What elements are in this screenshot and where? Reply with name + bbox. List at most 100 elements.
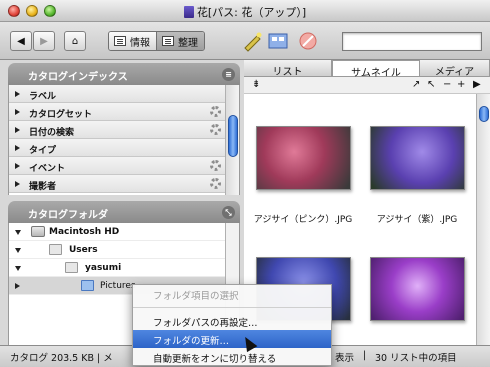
folder-label: Users bbox=[69, 245, 98, 255]
folder-row-yasumi[interactable]: yasumi bbox=[9, 259, 239, 277]
index-row-label: イベント bbox=[29, 164, 66, 174]
home-icon: ⌂ bbox=[71, 35, 79, 47]
folders-options-icon[interactable]: ⤡ bbox=[222, 206, 235, 219]
folder-icon bbox=[65, 262, 78, 273]
catalog-index-list: ラベルカタログセット 日付の検索タイプイベント撮影者 bbox=[8, 85, 240, 195]
gear-icon[interactable] bbox=[210, 178, 221, 189]
gear-icon[interactable] bbox=[210, 160, 221, 171]
menu-item-update-folder[interactable]: フォルダの更新… bbox=[133, 330, 331, 348]
back-arrow-icon: ◀ bbox=[17, 35, 25, 47]
status-divider: | bbox=[363, 350, 367, 361]
menu-item-select-folder-items: フォルダ項目の選択 bbox=[133, 285, 331, 303]
forward-arrow-icon: ▶ bbox=[40, 35, 48, 47]
index-scrollbar[interactable] bbox=[225, 85, 239, 195]
index-row[interactable]: カタログセット bbox=[9, 103, 239, 121]
window-title-wrap: 花[パス: 花（アップ）] bbox=[0, 4, 490, 20]
disclosure-closed-icon[interactable] bbox=[15, 181, 20, 187]
search-input[interactable] bbox=[342, 32, 482, 51]
index-row-label: カタログセット bbox=[29, 110, 93, 120]
thumbnail-scroll-thumb[interactable] bbox=[479, 106, 489, 122]
thumbnail-image[interactable] bbox=[370, 257, 465, 321]
catalog-folders-title: カタログフォルダ bbox=[28, 210, 108, 221]
menu-item-label: フォルダの更新… bbox=[153, 336, 230, 347]
home-button[interactable]: ⌂ bbox=[64, 31, 86, 51]
menu-separator bbox=[133, 307, 331, 308]
thumbnail-image[interactable] bbox=[370, 126, 465, 190]
status-view: 表示 bbox=[335, 353, 355, 364]
disclosure-open-icon[interactable] bbox=[15, 230, 21, 235]
folder-label: yasumi bbox=[85, 263, 122, 273]
index-row[interactable]: 撮影者 bbox=[9, 175, 239, 193]
collapse-icon[interactable]: ↖ bbox=[427, 79, 435, 90]
disclosure-closed-icon[interactable] bbox=[15, 145, 20, 151]
menu-item-toggle-auto-update[interactable]: 自動更新をオンに切り替える bbox=[133, 348, 331, 366]
organize-view-label: 整理 bbox=[178, 37, 198, 49]
folder-icon bbox=[49, 244, 62, 255]
disclosure-closed-icon[interactable] bbox=[15, 109, 20, 115]
disclosure-closed-icon[interactable] bbox=[15, 127, 20, 133]
index-row-label: ラベル bbox=[29, 92, 57, 102]
folder-row-users[interactable]: Users bbox=[9, 241, 239, 259]
toolbar: ◀ ▶ ⌂ 情報 整理 bbox=[0, 22, 490, 60]
tab-list[interactable]: リスト bbox=[244, 60, 332, 78]
menu-item-label: 自動更新をオンに切り替える bbox=[153, 354, 277, 365]
menu-item-label: フォルダパスの再設定… bbox=[153, 318, 258, 329]
info-view-label: 情報 bbox=[130, 37, 150, 49]
sort-icon[interactable]: ⇟ bbox=[252, 79, 260, 90]
thumbnail-caption: アジサイ（ピンク）.JPG bbox=[253, 215, 353, 225]
forward-button[interactable]: ▶ bbox=[33, 31, 55, 51]
disclosure-open-icon[interactable] bbox=[15, 248, 21, 253]
thumbnail-caption: アジサイ（紫）.JPG bbox=[376, 215, 458, 225]
status-left: カタログ 203.5 KB | メ bbox=[10, 353, 113, 364]
index-row[interactable]: イベント bbox=[9, 157, 239, 175]
thumbnail-scrollbar[interactable] bbox=[476, 94, 490, 345]
plus-icon[interactable]: + bbox=[457, 79, 465, 90]
tab-media[interactable]: メディア bbox=[420, 60, 490, 78]
index-row-label: 日付の検索 bbox=[29, 128, 75, 138]
disclosure-closed-icon[interactable] bbox=[15, 91, 20, 97]
catalog-folders-header[interactable]: カタログフォルダ ⤡ bbox=[8, 201, 240, 223]
hard-disk-icon bbox=[31, 226, 45, 237]
index-row-label: タイプ bbox=[29, 146, 57, 156]
window-title: 花[パス: 花（アップ）] bbox=[196, 6, 307, 19]
disclosure-closed-icon[interactable] bbox=[15, 283, 20, 289]
slideshow-icon[interactable] bbox=[268, 31, 288, 51]
back-button[interactable]: ◀ bbox=[10, 31, 32, 51]
folder-row-macintosh-hd[interactable]: Macintosh HD bbox=[9, 223, 239, 241]
play-icon[interactable]: ▶ bbox=[473, 79, 481, 90]
index-row[interactable]: タイプ bbox=[9, 139, 239, 157]
catalog-index-title: カタログインデックス bbox=[28, 72, 128, 83]
catalog-document-icon bbox=[183, 6, 194, 18]
menu-item-label: フォルダ項目の選択 bbox=[153, 291, 239, 302]
index-row[interactable]: 日付の検索 bbox=[9, 121, 239, 139]
organize-view-icon bbox=[162, 36, 174, 46]
folder-label: Macintosh HD bbox=[49, 227, 120, 237]
index-row[interactable]: ラベル bbox=[9, 85, 239, 103]
disclosure-closed-icon[interactable] bbox=[15, 163, 20, 169]
title-bar: 花[パス: 花（アップ）] bbox=[0, 0, 490, 22]
expand-icon[interactable]: ↗ bbox=[412, 79, 420, 90]
gear-icon[interactable] bbox=[210, 106, 221, 117]
index-scroll-thumb[interactable] bbox=[228, 115, 238, 157]
organize-view-button[interactable]: 整理 bbox=[156, 32, 204, 50]
thumbnail-image[interactable] bbox=[256, 126, 351, 190]
tab-thumbnail[interactable]: サムネイル bbox=[332, 60, 420, 79]
catalog-index-header[interactable]: カタログインデックス ≡ bbox=[8, 63, 240, 85]
folder-context-menu: フォルダ項目の選択 フォルダパスの再設定… フォルダの更新… 自動更新をオンに切… bbox=[132, 284, 332, 366]
thumbnail-toolbar: ⇟ ↗ ↖ − + ▶ bbox=[244, 77, 490, 94]
magic-wand-icon[interactable] bbox=[242, 30, 264, 52]
view-tabs: リスト サムネイル メディア bbox=[244, 60, 490, 79]
info-view-button[interactable]: 情報 bbox=[109, 32, 156, 50]
minus-icon[interactable]: − bbox=[443, 79, 451, 90]
stop-icon[interactable] bbox=[298, 31, 318, 51]
disclosure-open-icon[interactable] bbox=[15, 266, 21, 271]
index-row-label: 撮影者 bbox=[29, 182, 57, 192]
view-segmented-control: 情報 整理 bbox=[108, 31, 205, 51]
index-options-icon[interactable]: ≡ bbox=[222, 68, 235, 81]
info-view-icon bbox=[114, 36, 126, 46]
gear-icon[interactable] bbox=[210, 124, 221, 135]
status-count: 30 リスト中の項目 bbox=[375, 353, 457, 364]
folder-label: Pictures bbox=[100, 281, 136, 291]
pictures-folder-icon bbox=[81, 280, 94, 291]
menu-item-reset-folder-path[interactable]: フォルダパスの再設定… bbox=[133, 312, 331, 330]
